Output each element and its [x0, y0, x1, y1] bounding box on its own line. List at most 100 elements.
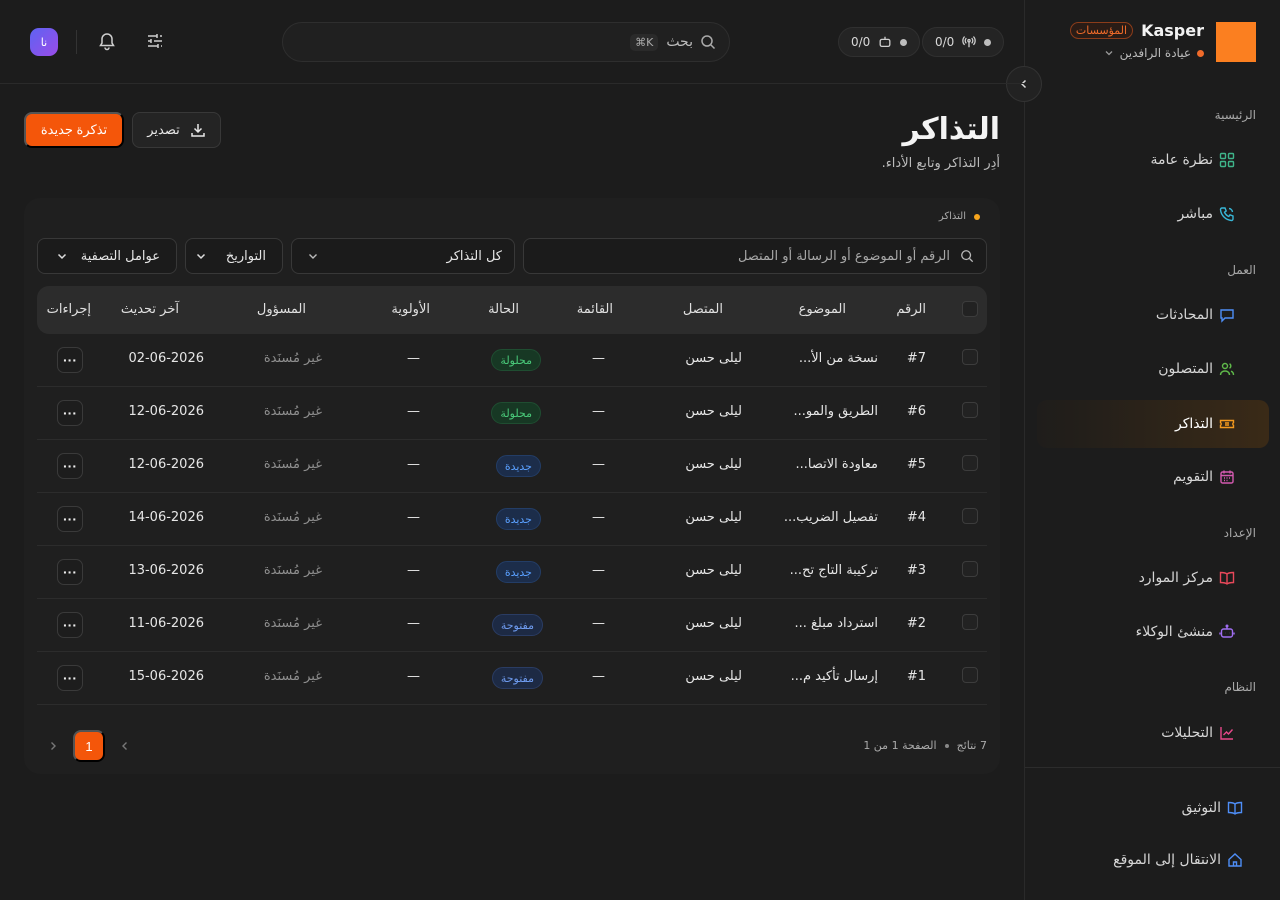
sliders-icon[interactable] [144, 30, 166, 52]
ticket-number[interactable]: #5 [907, 457, 926, 472]
global-search[interactable]: بحث ⌘K [282, 22, 730, 62]
sidebar: Kasper المؤسسات عيادة الرافدين الرئيسية … [1024, 0, 1280, 900]
export-button[interactable]: تصدير [132, 112, 221, 148]
chevron-right-icon[interactable] [45, 738, 61, 754]
sidebar-item-label: المتصلون [1158, 361, 1213, 377]
ticket-list: — [592, 457, 605, 472]
sidebar-item-live[interactable]: مباشر [1037, 190, 1269, 238]
sidebar-item-label: منشئ الوكلاء [1135, 624, 1213, 640]
brand: Kasper المؤسسات [1069, 21, 1204, 40]
ticket-subject[interactable]: الطريق والمو... [794, 404, 878, 419]
row-checkbox[interactable] [962, 402, 978, 418]
bell-icon[interactable] [96, 30, 118, 52]
row-checkbox[interactable] [962, 561, 978, 577]
broadcast-counter[interactable]: 0/0 [922, 27, 1005, 57]
sidebar-item-agent-builder[interactable]: منشئ الوكلاء [1037, 608, 1269, 656]
table-row[interactable]: #1 إرسال تأكيد م... ليلى حسن — مفتوحة — غير مُ… [37, 652, 987, 705]
table-row[interactable]: #4 تفصيل الضريب... ليلى حسن — جديدة — غير مُسن… [37, 493, 987, 546]
search-label: بحث [666, 34, 693, 50]
book-icon [1227, 800, 1243, 816]
sidebar-item-go-to-site[interactable]: الانتقال إلى الموقع [1037, 836, 1269, 884]
sidebar-item-docs[interactable]: التوثيق [1037, 784, 1269, 832]
table-row[interactable]: #3 تركيبة التاج تح... ليلى حسن — جديدة — غير م… [37, 546, 987, 599]
row-actions-button[interactable]: ··· [57, 665, 83, 691]
new-ticket-button[interactable]: تذكرة جديدة [24, 112, 124, 148]
table-row[interactable]: #2 استرداد مبلغ ... ليلى حسن — مفتوحة — غير مُ… [37, 599, 987, 652]
row-checkbox[interactable] [962, 667, 978, 683]
brand-badge: المؤسسات [1069, 22, 1134, 39]
filters-dropdown[interactable]: عوامل التصفية [37, 238, 177, 274]
ticket-updated: 14-06-2026 [128, 510, 204, 525]
row-checkbox[interactable] [962, 614, 978, 630]
table-row[interactable]: #6 الطريق والمو... ليلى حسن — محلولة — غير مُس… [37, 387, 987, 440]
ticket-priority: — [407, 510, 420, 525]
ticket-contact: ليلى حسن [685, 404, 742, 419]
ticket-updated: 02-06-2026 [128, 351, 204, 366]
ticket-number[interactable]: #3 [907, 563, 926, 578]
sidebar-item-label: التذاكر [1174, 416, 1213, 432]
counter-value: 0/0 [851, 35, 871, 49]
row-checkbox[interactable] [962, 349, 978, 365]
sidebar-item-overview[interactable]: نظرة عامة [1037, 136, 1269, 184]
top-bar: نا بحث ⌘K 0/0 0/0 [0, 0, 1024, 84]
row-checkbox[interactable] [962, 455, 978, 471]
dates-dropdown[interactable]: التواريخ [185, 238, 283, 274]
ticket-list: — [592, 351, 605, 366]
row-actions-button[interactable]: ··· [57, 453, 83, 479]
status-dot [984, 38, 992, 46]
table-row[interactable]: #7 نسخة من الأ... ليلى حسن — محلولة — غير مُسن… [37, 334, 987, 387]
avatar[interactable]: نا [30, 28, 58, 56]
ticket-assignee: غير مُسنَدة [263, 616, 322, 631]
sidebar-item-tickets[interactable]: التذاكر [1037, 400, 1269, 448]
row-actions-button[interactable]: ··· [57, 559, 83, 585]
ticket-subject[interactable]: نسخة من الأ... [799, 351, 878, 366]
ticket-assignee: غير مُسنَدة [263, 457, 322, 472]
ticket-number[interactable]: #7 [907, 351, 926, 366]
table-row[interactable]: #5 معاودة الاتصا... ليلى حسن — جديدة — غير مُس… [37, 440, 987, 493]
tickets-card: التذاكر الرقم أو الموضوع أو الرسالة أو ا… [24, 198, 1000, 774]
ticket-number[interactable]: #4 [907, 510, 926, 525]
chevron-down-icon [306, 249, 320, 263]
org-switcher[interactable]: عيادة الرافدين [1104, 46, 1204, 60]
page-1-button[interactable]: 1 [73, 730, 105, 762]
ticket-list: — [592, 510, 605, 525]
search-shortcut: ⌘K [630, 33, 659, 51]
row-actions-button[interactable]: ··· [57, 347, 83, 373]
row-actions-button[interactable]: ··· [57, 612, 83, 638]
header-divider [76, 30, 77, 54]
ticket-list: — [592, 669, 605, 684]
robot-counter[interactable]: 0/0 [838, 27, 921, 57]
ticket-number[interactable]: #6 [907, 404, 926, 419]
ticket-number[interactable]: #2 [907, 616, 926, 631]
ticket-subject[interactable]: تفصيل الضريب... [784, 510, 878, 525]
sidebar-item-calendar[interactable]: التقويم [1037, 453, 1269, 501]
phone-icon [1219, 206, 1235, 222]
ticket-subject[interactable]: إرسال تأكيد م... [791, 669, 878, 684]
ticket-subject[interactable]: معاودة الاتصا... [796, 457, 878, 472]
sidebar-item-label: التوثيق [1181, 800, 1221, 816]
sidebar-item-label: الانتقال إلى الموقع [1113, 852, 1221, 868]
ticket-number[interactable]: #1 [907, 669, 926, 684]
col-updated[interactable]: آخر تحديث [121, 302, 179, 317]
ticket-search-input[interactable]: الرقم أو الموضوع أو الرسالة أو المتصل [523, 238, 987, 274]
sidebar-item-resources[interactable]: مركز الموارد [1037, 554, 1269, 602]
row-actions-button[interactable]: ··· [57, 506, 83, 532]
sidebar-item-label: نظرة عامة [1150, 152, 1213, 168]
chevron-down-icon [55, 249, 69, 263]
chevron-left-icon[interactable] [117, 738, 133, 754]
row-checkbox[interactable] [962, 508, 978, 524]
sidebar-item-conversations[interactable]: المحادثات [1037, 291, 1269, 339]
sidebar-item-contacts[interactable]: المتصلون [1037, 345, 1269, 393]
select-all-checkbox[interactable] [962, 301, 978, 317]
broadcast-icon [962, 35, 977, 49]
ticket-assignee: غير مُسنَدة [263, 669, 322, 684]
org-status-dot [1197, 49, 1204, 57]
ticket-subject[interactable]: تركيبة التاج تح... [790, 563, 878, 578]
chevron-down-icon [194, 249, 208, 263]
row-actions-button[interactable]: ··· [57, 400, 83, 426]
results-count: 7 نتائج [956, 739, 987, 752]
ticket-subject[interactable]: استرداد مبلغ ... [794, 616, 878, 631]
sidebar-item-analytics[interactable]: التحليلات [1037, 709, 1269, 757]
ticket-priority: — [407, 563, 420, 578]
all-tickets-select[interactable]: كل التذاكر [291, 238, 515, 274]
